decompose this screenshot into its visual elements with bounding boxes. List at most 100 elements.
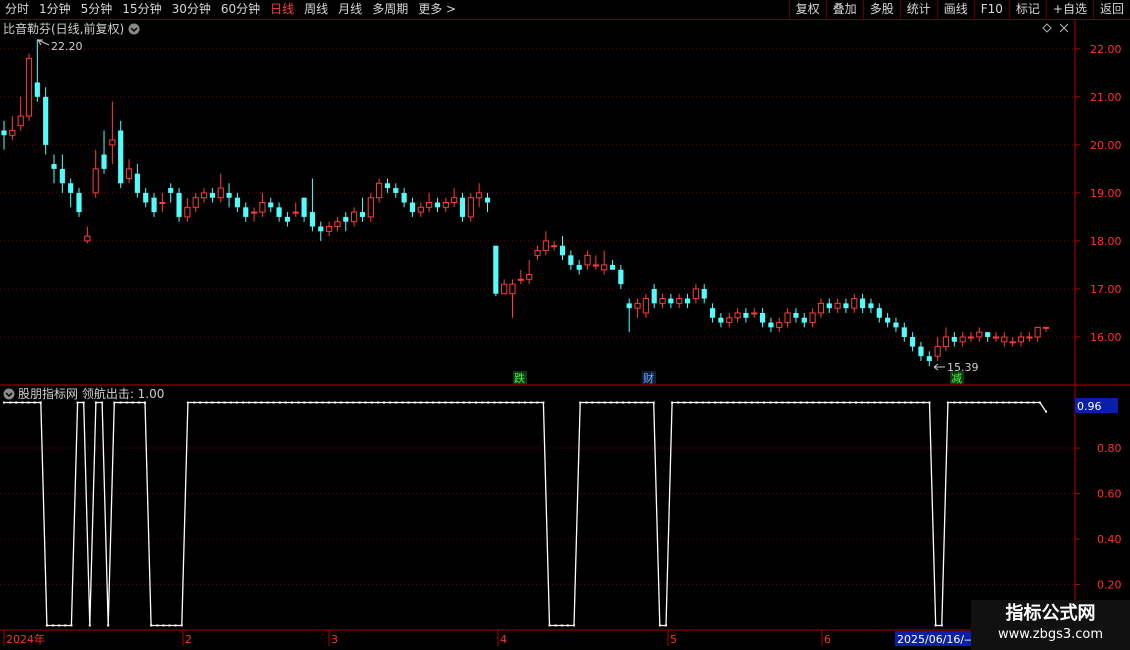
indicator-point	[64, 624, 67, 627]
candle-body-up	[834, 302, 841, 309]
main-tick-label: 19.00	[1090, 187, 1122, 200]
candle-body-up	[692, 288, 699, 300]
candle-body-up	[192, 197, 199, 208]
indicator-point	[591, 401, 594, 404]
indicator-point	[217, 401, 220, 404]
indicator-point	[3, 401, 5, 404]
candle-body-up	[476, 192, 483, 199]
indicator-point	[609, 401, 612, 404]
close-icon[interactable]	[1059, 23, 1069, 33]
candle-body-up	[942, 336, 950, 348]
indicator-point	[370, 401, 373, 404]
indicator-title[interactable]: 股朋指标网 领航出击: 1.00	[18, 386, 164, 401]
candle-body-up	[967, 336, 975, 339]
indicator-point	[720, 401, 723, 404]
candle-body-up	[451, 197, 458, 204]
candle-body-up	[776, 322, 783, 328]
indicator-point	[156, 624, 159, 627]
candle-body-up	[634, 302, 641, 309]
main-panel-title[interactable]: 比音勒芬(日线,前复权)	[3, 21, 124, 36]
indicator-point	[137, 401, 140, 404]
candle-body-down	[43, 96, 49, 145]
candle-body-down	[234, 197, 240, 208]
indicator-point	[223, 401, 226, 404]
candle-body-up	[601, 264, 608, 271]
candle-body-down	[176, 192, 182, 217]
candle-body-up	[417, 206, 424, 213]
indicator-point	[248, 401, 251, 404]
indicator-point	[272, 401, 275, 404]
chevron-down-icon[interactable]	[128, 23, 140, 35]
indicator-point	[1026, 401, 1029, 404]
candle-body-down	[626, 303, 632, 309]
indicator-point	[401, 401, 404, 404]
indicator-point	[33, 401, 36, 404]
indicator-point	[726, 401, 729, 404]
time-axis-label: 3	[331, 633, 338, 646]
main-tick-label: 17.00	[1090, 283, 1122, 296]
indicator-point	[818, 401, 821, 404]
candle-body-down	[926, 356, 932, 361]
indicator-point	[652, 401, 655, 404]
indicator-point	[1045, 410, 1047, 413]
candle-body-up	[200, 192, 208, 199]
event-marker-drop[interactable]: 跌	[514, 371, 525, 385]
indicator-point	[229, 401, 232, 404]
indicator-point	[193, 401, 196, 404]
candle-body-up	[217, 187, 224, 199]
candle-body-up	[676, 298, 683, 304]
candle-body-down	[393, 188, 399, 193]
candle-body-down	[701, 288, 707, 299]
candle-body-down	[843, 303, 849, 309]
indicator-point	[940, 624, 943, 627]
indicator-point	[934, 624, 937, 627]
candle-body-down	[318, 226, 324, 232]
candle-body-down	[893, 322, 899, 328]
candle-body-down	[876, 308, 882, 318]
indicator-point	[910, 401, 913, 404]
indicator-point	[444, 401, 447, 404]
candle-body-up	[542, 240, 549, 252]
candle-body-down	[459, 197, 466, 217]
candle-body-down	[401, 192, 407, 203]
time-axis-label: 2	[185, 633, 192, 646]
indicator-point	[9, 401, 12, 404]
indicator-point	[922, 401, 925, 404]
time-axis-label: 4	[500, 633, 507, 646]
candle-body-down	[309, 212, 316, 227]
candle-body-down	[493, 245, 499, 294]
indicator-point	[689, 401, 692, 404]
chevron-down-icon[interactable]	[3, 388, 15, 400]
diamond-icon[interactable]	[1042, 23, 1052, 33]
indicator-point	[297, 401, 300, 404]
event-marker-finance[interactable]: 财	[643, 371, 654, 385]
candle-body-up	[959, 336, 966, 343]
indicator-point	[542, 401, 545, 404]
indicator-point	[756, 401, 759, 404]
indicator-point	[615, 401, 618, 404]
indicator-point	[603, 401, 606, 404]
indicator-point	[107, 624, 110, 627]
indicator-point	[750, 401, 753, 404]
indicator-point	[928, 401, 931, 404]
indicator-point	[39, 401, 42, 404]
event-marker-reduce[interactable]: 减	[951, 372, 962, 385]
candle-body-up	[259, 202, 266, 213]
indicator-point	[333, 401, 336, 404]
candle-body-up	[367, 197, 374, 218]
indicator-point	[45, 624, 48, 627]
time-axis: 2024年 2 3 4 5 6	[3, 630, 831, 646]
indicator-point	[432, 401, 435, 404]
candle-body-up	[426, 202, 433, 208]
candle-body-down	[668, 298, 674, 304]
candle-body-up	[1001, 336, 1008, 343]
indicator-point	[21, 401, 24, 404]
candle-body-up	[592, 264, 599, 267]
high-arrow-icon	[37, 39, 50, 46]
indicator-point	[278, 401, 281, 404]
candle-body-down	[768, 322, 774, 328]
main-tick-label: 18.00	[1090, 235, 1122, 248]
candle-body-up	[292, 211, 299, 214]
candle-body-up	[25, 57, 33, 117]
candle-body-down	[209, 192, 215, 198]
